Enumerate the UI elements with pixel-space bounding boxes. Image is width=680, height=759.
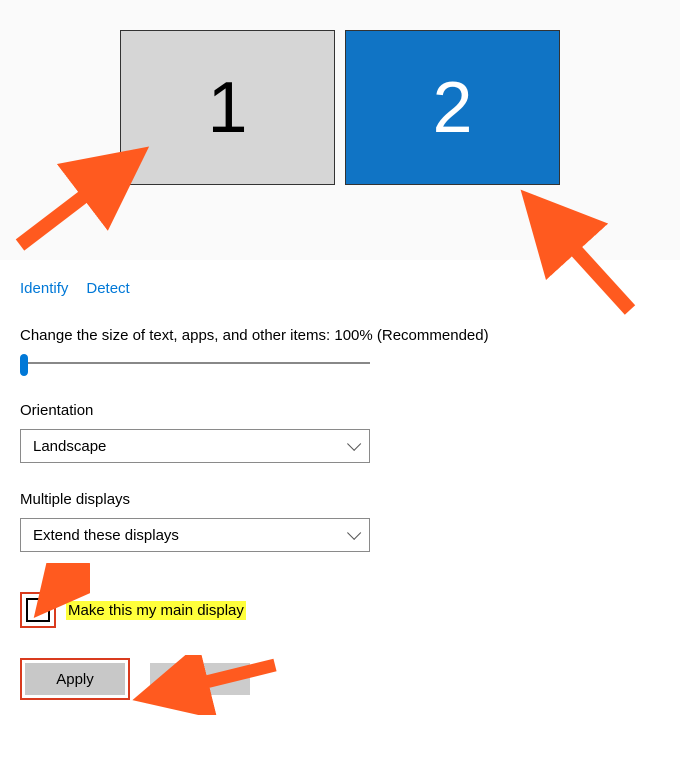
monitors-container: 1 2 xyxy=(0,30,680,185)
main-display-row: Make this my main display xyxy=(20,592,660,628)
scale-slider[interactable] xyxy=(20,354,370,374)
slider-track xyxy=(20,362,370,364)
multiple-displays-value: Extend these displays xyxy=(33,527,179,544)
orientation-value: Landscape xyxy=(33,438,106,455)
multiple-displays-label: Multiple displays xyxy=(20,491,660,508)
cancel-button[interactable]: Cancel xyxy=(150,663,250,695)
orientation-field: Orientation Landscape xyxy=(20,402,660,463)
chevron-down-icon xyxy=(347,437,361,451)
monitor-2[interactable]: 2 xyxy=(345,30,560,185)
monitor-1[interactable]: 1 xyxy=(120,30,335,185)
multiple-displays-field: Multiple displays Extend these displays xyxy=(20,491,660,552)
settings-content: Change the size of text, apps, and other… xyxy=(0,297,680,700)
checkbox-highlight-annotation xyxy=(20,592,56,628)
apply-button[interactable]: Apply xyxy=(25,663,125,695)
chevron-down-icon xyxy=(347,526,361,540)
scale-field: Change the size of text, apps, and other… xyxy=(20,327,660,374)
display-preview-area: 1 2 xyxy=(0,0,680,260)
orientation-dropdown[interactable]: Landscape xyxy=(20,429,370,463)
scale-label: Change the size of text, apps, and other… xyxy=(20,327,660,344)
main-display-label: Make this my main display xyxy=(66,601,246,620)
multiple-displays-dropdown[interactable]: Extend these displays xyxy=(20,518,370,552)
action-buttons: Apply Cancel xyxy=(20,658,660,700)
slider-thumb[interactable] xyxy=(20,354,28,376)
detect-link[interactable]: Detect xyxy=(86,280,129,297)
identify-link[interactable]: Identify xyxy=(20,280,68,297)
orientation-label: Orientation xyxy=(20,402,660,419)
main-display-checkbox[interactable] xyxy=(26,598,50,622)
display-links: Identify Detect xyxy=(0,260,680,297)
apply-highlight-annotation: Apply xyxy=(20,658,130,700)
